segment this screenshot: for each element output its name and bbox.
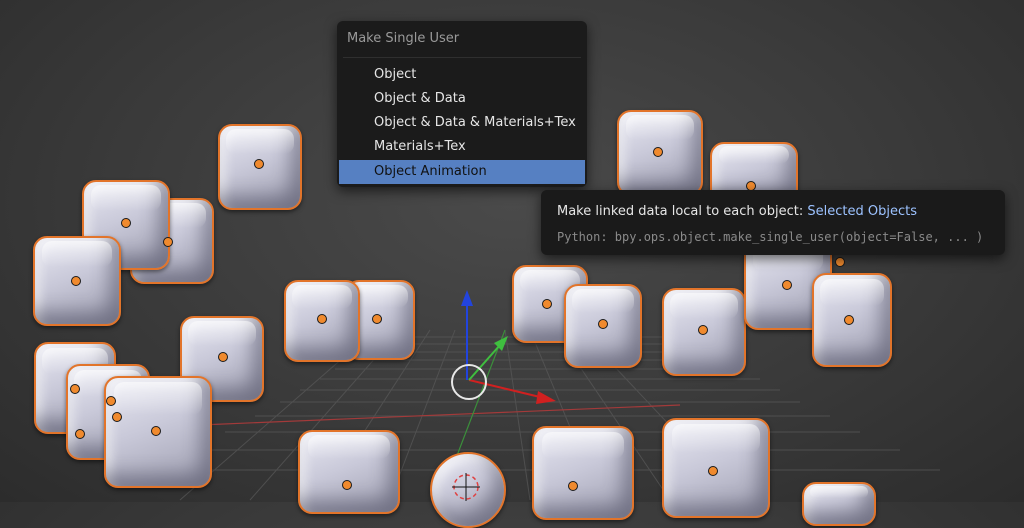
z-axis-arrow-icon <box>461 290 473 306</box>
tooltip-description-line: Make linked data local to each object: S… <box>557 204 917 219</box>
tooltip-value: Selected Objects <box>807 204 917 219</box>
make-single-user-menu: Make Single User Object Object & Data Ob… <box>337 21 587 187</box>
x-axis-arrow-icon <box>536 391 556 404</box>
menu-item-object[interactable]: Object <box>339 63 585 87</box>
menu-item-materials-tex[interactable]: Materials+Tex <box>339 135 585 159</box>
menu-item-object-animation[interactable]: Object Animation <box>339 160 585 184</box>
tooltip-description: Make linked data local to each object: <box>557 204 804 219</box>
menu-title: Make Single User <box>347 31 460 46</box>
operator-tooltip: Make linked data local to each object: S… <box>541 190 1005 255</box>
menu-item-object-data[interactable]: Object & Data <box>339 87 585 111</box>
menu-separator <box>343 57 581 58</box>
menu-item-object-data-materials-tex[interactable]: Object & Data & Materials+Tex <box>339 111 585 135</box>
tooltip-python: Python: bpy.ops.object.make_single_user(… <box>557 230 984 244</box>
